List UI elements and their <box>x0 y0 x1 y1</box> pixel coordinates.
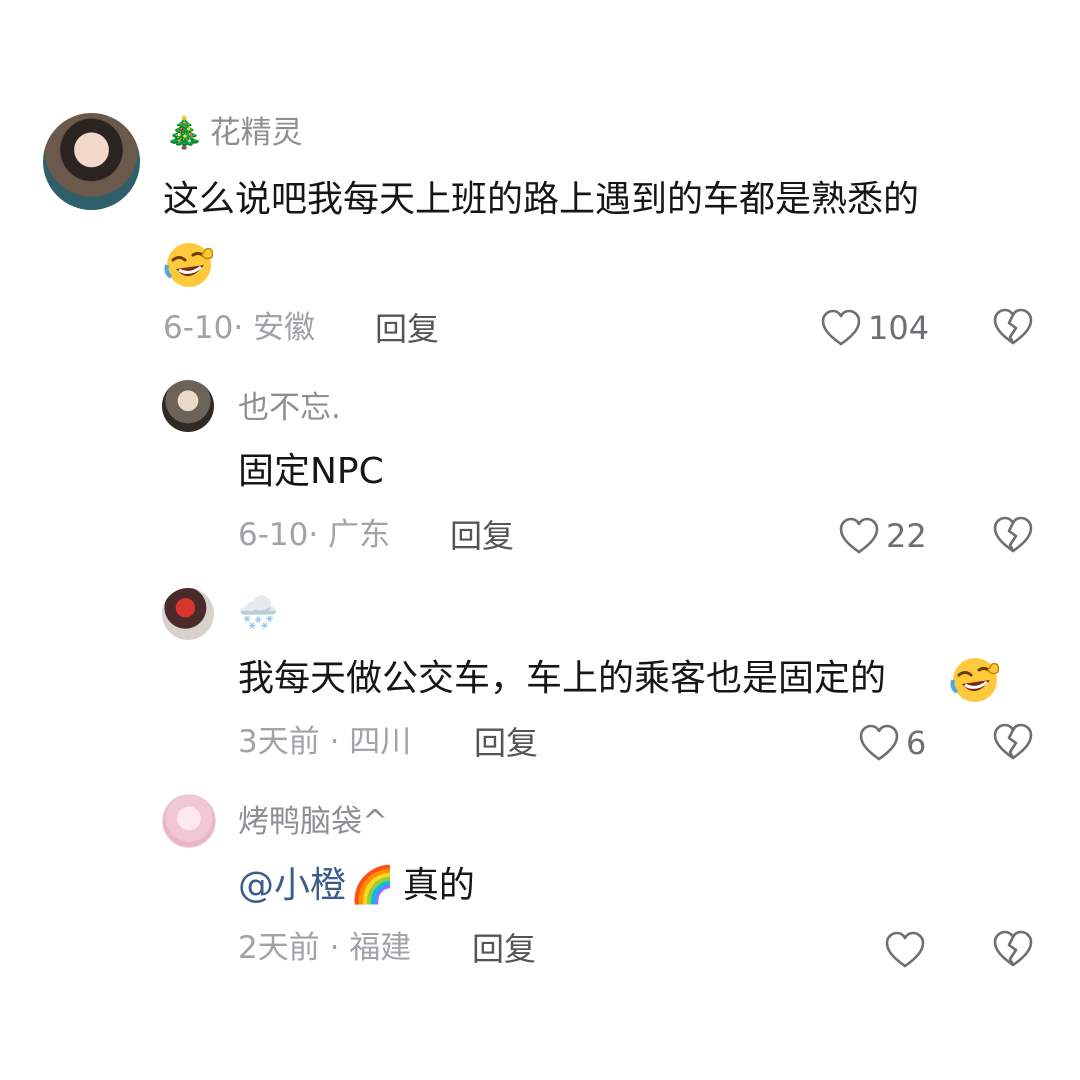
like-count: 6 <box>906 724 927 762</box>
comment-meta: 6-10· 安徽 <box>163 310 316 346</box>
mention-link[interactable]: @小橙 <box>238 865 346 906</box>
avatar[interactable] <box>162 588 214 640</box>
reply-button[interactable]: 回复 <box>472 933 536 965</box>
reply-author[interactable]: 烤鸭脑袋^ <box>238 807 388 838</box>
broken-heart-icon <box>993 930 1033 967</box>
comment-thread: 🎄 花精灵 这么说吧我每天上班的路上遇到的车都是熟悉的 6-10· 安徽 回复 1… <box>0 0 1080 1080</box>
rofl-emoji-icon <box>164 239 214 289</box>
like-button[interactable]: 22 <box>838 514 927 558</box>
heart-outline-icon <box>839 517 879 554</box>
comment-author-name: 花精灵 <box>209 115 303 151</box>
like-count: 104 <box>868 309 930 347</box>
reply-author[interactable]: 也不忘. <box>238 393 341 424</box>
reply-text: 固定NPC <box>238 451 384 492</box>
avatar[interactable] <box>43 113 140 210</box>
reply-button[interactable]: 回复 <box>450 520 514 552</box>
heart-outline-icon <box>821 309 861 346</box>
snow-cloud-emoji-icon: 🌨️ <box>238 593 278 631</box>
reply-button[interactable]: 回复 <box>375 313 439 345</box>
reply-button[interactable]: 回复 <box>474 727 538 759</box>
broken-heart-icon <box>993 723 1033 760</box>
reply-meta: 3天前 · 四川 <box>238 724 412 760</box>
rainbow-emoji-icon: 🌈 <box>350 865 395 906</box>
tree-emoji-icon: 🎄 <box>165 115 204 151</box>
comment-text: 这么说吧我每天上班的路上遇到的车都是熟悉的 <box>163 179 920 220</box>
dislike-button[interactable] <box>992 722 1036 766</box>
broken-heart-icon <box>993 516 1033 553</box>
dislike-button[interactable] <box>992 929 1036 973</box>
reply-text: @小橙 🌈 真的 <box>238 868 475 904</box>
like-button[interactable]: 6 <box>858 721 926 765</box>
like-button[interactable] <box>884 928 932 972</box>
avatar[interactable] <box>162 794 216 848</box>
heart-outline-icon <box>885 931 925 968</box>
like-button[interactable]: 104 <box>820 306 929 350</box>
broken-heart-icon <box>993 308 1033 345</box>
heart-outline-icon <box>859 724 899 761</box>
reply-author[interactable]: 🌨️ <box>238 596 278 628</box>
reply-text-body: 真的 <box>402 865 475 906</box>
dislike-button[interactable] <box>992 307 1036 351</box>
rofl-emoji-icon <box>950 654 1000 704</box>
reply-meta: 6-10· 广东 <box>238 517 391 553</box>
reply-meta: 2天前 · 福建 <box>238 930 412 966</box>
reply-text: 我每天做公交车，车上的乘客也是固定的 <box>238 658 887 699</box>
comment-author[interactable]: 🎄 花精灵 <box>165 118 303 149</box>
like-count: 22 <box>886 517 927 555</box>
dislike-button[interactable] <box>992 515 1036 559</box>
avatar[interactable] <box>162 380 214 432</box>
